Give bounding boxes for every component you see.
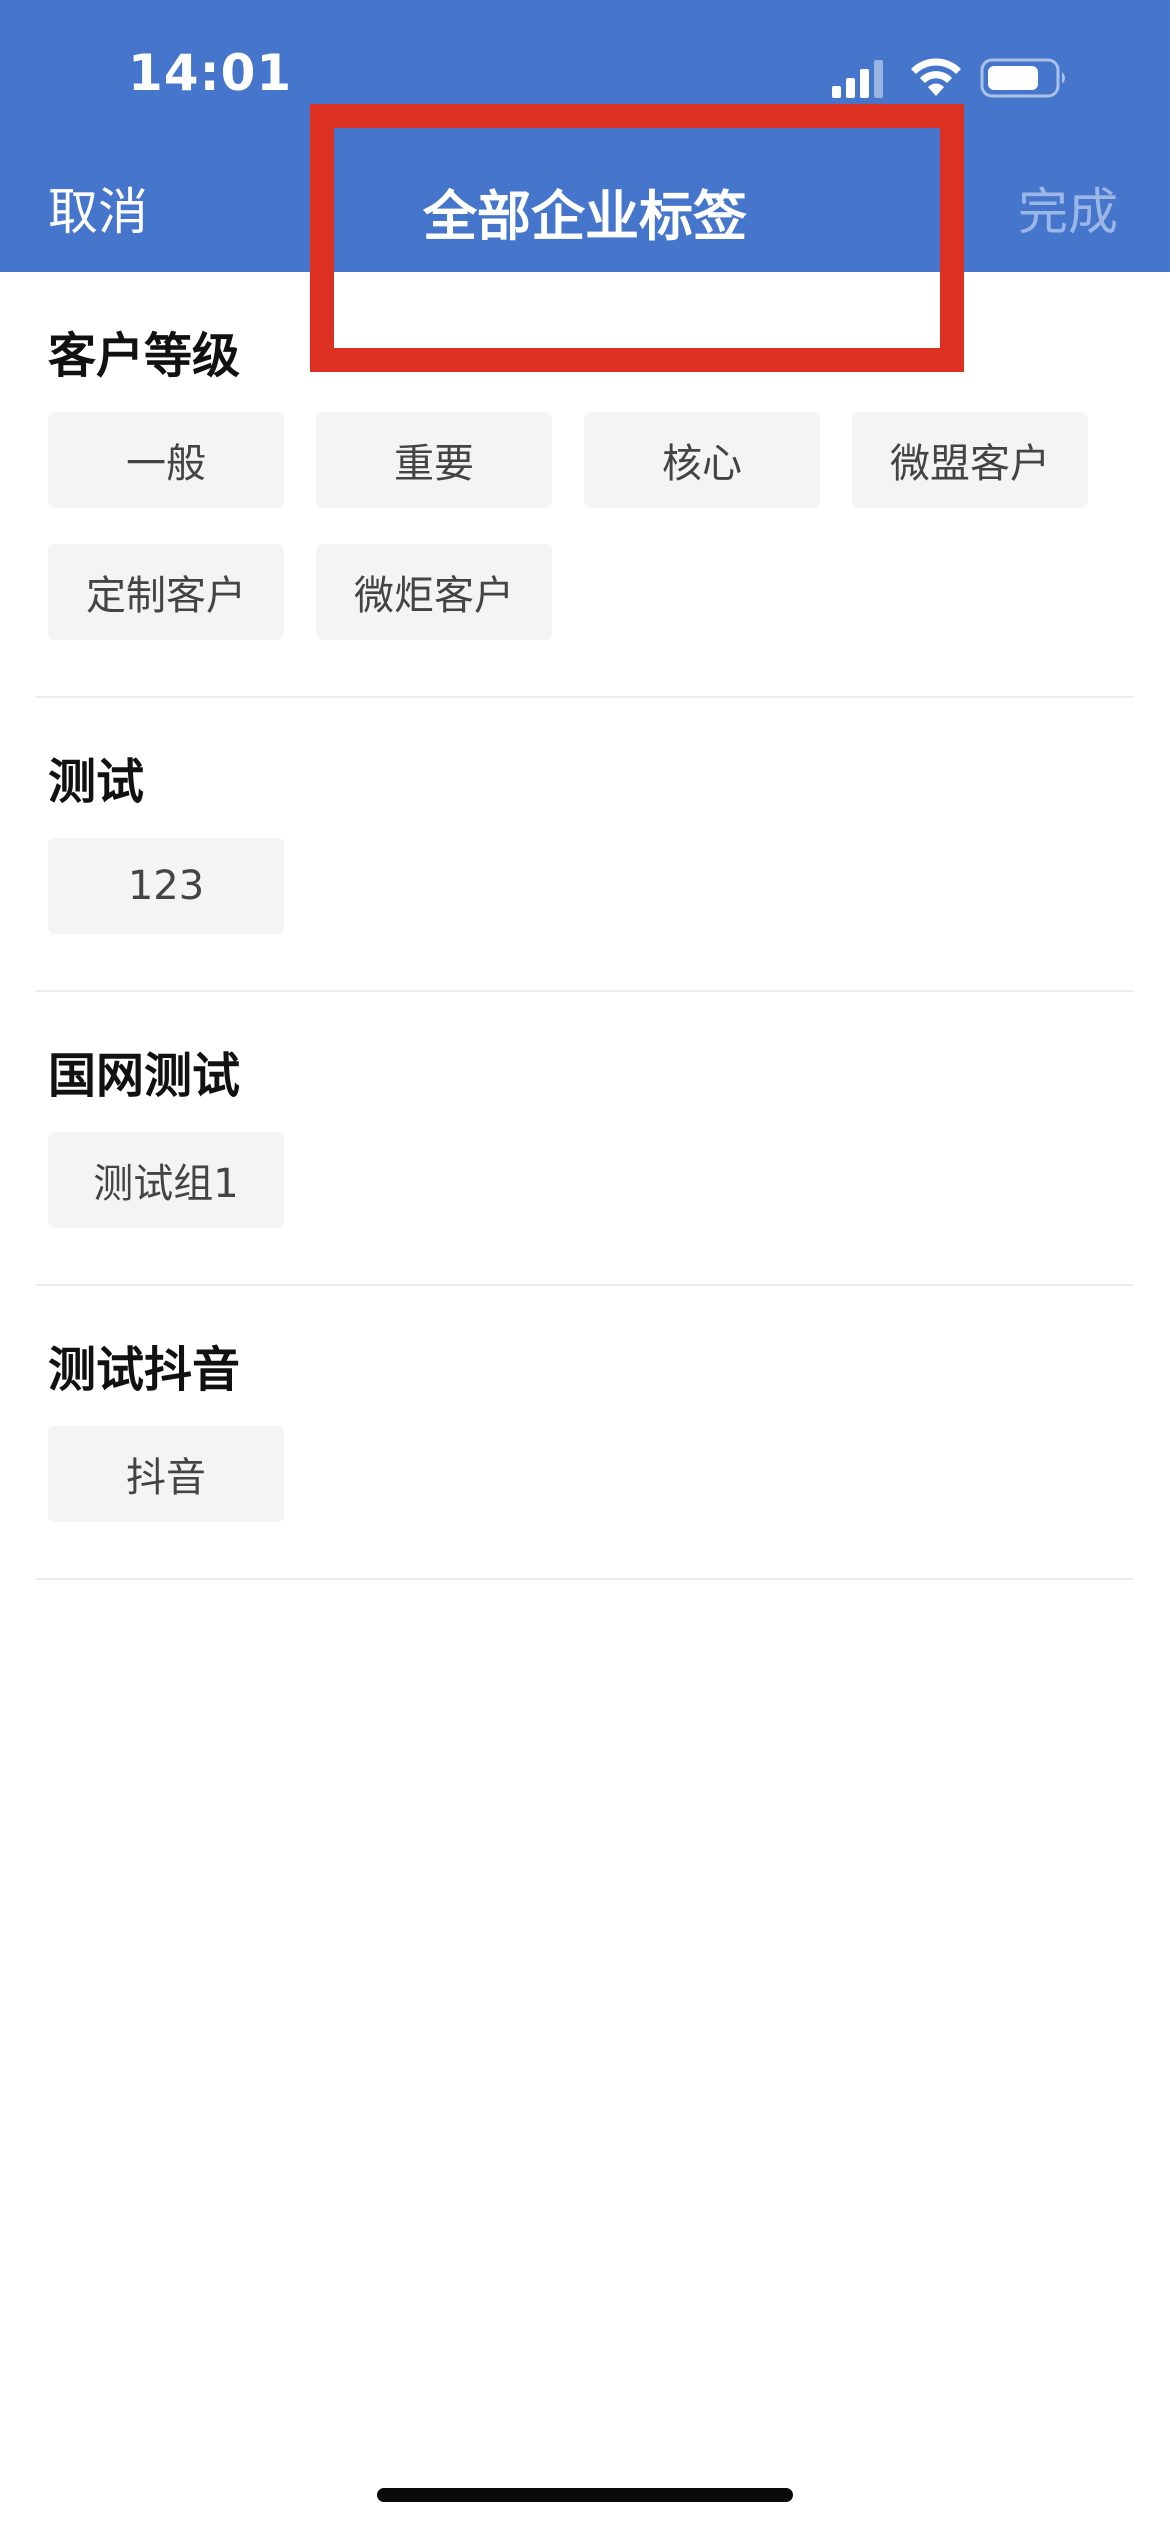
tag-chip[interactable]: 定制客户 (48, 544, 284, 640)
page-title: 全部企业标签 (423, 185, 747, 248)
tag-group-section: 测试 123 (36, 698, 1134, 992)
tag-group-section: 测试抖音 抖音 (36, 1286, 1134, 1580)
tag-chip[interactable]: 核心 (584, 412, 820, 508)
tag-group-section: 国网测试测试组1 (36, 992, 1134, 1286)
tag-chip[interactable]: 一般 (48, 412, 284, 508)
home-indicator[interactable] (377, 2488, 793, 2502)
tag-group-title: 国网测试 (48, 1048, 241, 1104)
signal-icon (832, 60, 883, 98)
tag-chip[interactable]: 微盟客户 (852, 412, 1088, 508)
tag-list: 123 (48, 838, 1122, 934)
tag-list: 抖音 (48, 1426, 1122, 1522)
tag-list: 一般 重要 核心 微盟客户定制客户 微炬客户 (48, 412, 1122, 640)
tag-group-title: 客户等级 (48, 328, 241, 384)
battery-icon (980, 58, 1065, 98)
tag-group-title: 测试 (48, 754, 145, 810)
nav-header: 14:01 取消 全部企业标签 完成 (0, 0, 1170, 272)
tag-group-section: 客户等级一般 重要 核心 微盟客户定制客户 微炬客户 (36, 272, 1134, 698)
tag-group-title: 测试抖音 (48, 1342, 241, 1398)
tag-chip[interactable]: 抖音 (48, 1426, 284, 1522)
status-time: 14:01 (128, 44, 293, 102)
tag-chip[interactable]: 微炬客户 (316, 544, 552, 640)
tag-chip[interactable]: 重要 (316, 412, 552, 508)
tag-list: 测试组1 (48, 1132, 1122, 1228)
tag-chip[interactable]: 测试组1 (48, 1132, 284, 1228)
tag-chip[interactable]: 123 (48, 838, 284, 934)
status-icons (830, 52, 1090, 104)
done-button[interactable]: 完成 (1018, 172, 1118, 244)
wifi-icon (911, 58, 961, 96)
tag-groups: 客户等级 一般 重要 核心 微盟客户 定制客户 微炬客户 测试 123 国网测试 测试组1 测试抖音抖… (0, 272, 1170, 1580)
cancel-button[interactable]: 取消 (48, 172, 148, 244)
